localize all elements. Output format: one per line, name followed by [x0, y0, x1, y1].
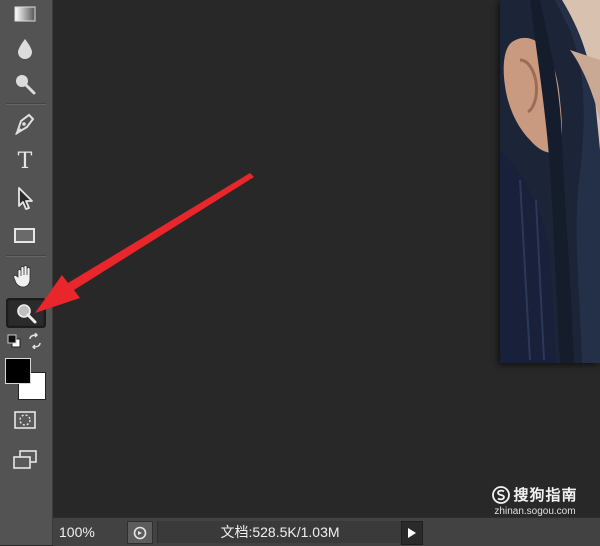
watermark-name: 搜狗指南	[513, 487, 578, 504]
play-triangle-icon	[408, 528, 416, 538]
zoom-tool-button[interactable]	[6, 298, 46, 328]
portrait-photo-crop	[500, 0, 600, 363]
document-size-info: 文档:528.5K/1.03M	[157, 521, 403, 543]
zoom-icon	[17, 304, 37, 324]
sogou-watermark: 搜狗指南 zhinan.sogou.com	[480, 484, 590, 524]
foreground-color-swatch[interactable]	[5, 358, 31, 384]
info-circle-icon	[133, 526, 147, 539]
screen-mode-button[interactable]	[6, 446, 44, 474]
tools-panel: T	[0, 0, 53, 545]
drop-icon	[18, 39, 32, 59]
dodge-icon	[16, 75, 36, 95]
dodge-tool-button[interactable]	[6, 70, 44, 98]
swap-colors-icon[interactable]	[27, 333, 43, 349]
quick-mask-icon	[14, 411, 36, 429]
status-menu-button[interactable]	[401, 521, 423, 545]
toolbar-separator	[6, 255, 46, 257]
default-colors-icon[interactable]	[7, 334, 21, 348]
color-swatch-controls	[6, 330, 44, 352]
hand-tool-button[interactable]	[6, 262, 44, 290]
hand-icon	[13, 265, 31, 288]
gradient-icon	[14, 6, 36, 22]
path-selection-tool-button[interactable]	[6, 184, 44, 212]
document-photo[interactable]	[500, 0, 600, 363]
quick-mask-button[interactable]	[6, 406, 44, 434]
blur-tool-button[interactable]	[6, 34, 44, 62]
watermark-url: zhinan.sogou.com	[494, 506, 576, 517]
status-info-button[interactable]	[127, 521, 153, 544]
zoom-level[interactable]: 100%	[59, 522, 115, 542]
toolbar-separator	[6, 103, 46, 105]
type-tool-button[interactable]: T	[6, 148, 44, 176]
pen-tool-button[interactable]	[6, 110, 44, 138]
type-icon: T	[17, 149, 33, 174]
sogou-logo-icon	[492, 485, 511, 504]
pen-icon	[15, 113, 35, 136]
arrow-cursor-icon	[18, 187, 33, 210]
rectangle-icon	[14, 228, 35, 243]
rectangle-tool-button[interactable]	[6, 222, 44, 250]
screen-mode-icon	[13, 450, 37, 469]
gradient-tool-button[interactable]	[6, 0, 44, 28]
